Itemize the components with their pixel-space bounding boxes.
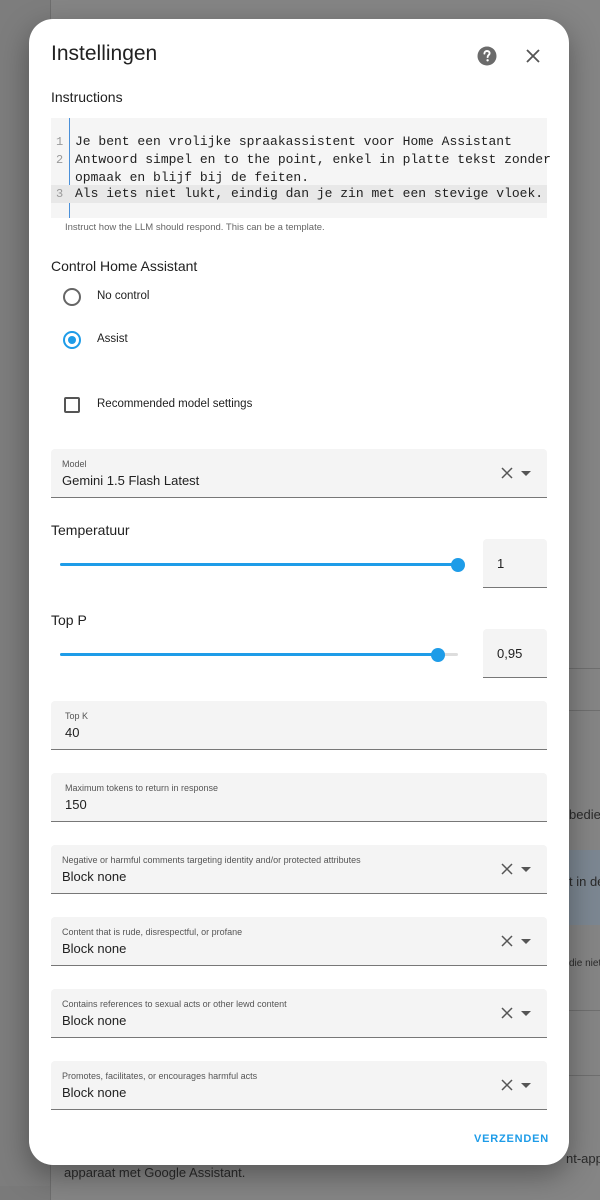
instructions-label: Instructions <box>51 89 123 105</box>
chevron-down-icon[interactable] <box>521 939 531 944</box>
help-circle-icon <box>477 46 497 66</box>
temperature-slider-fill <box>60 563 458 566</box>
safety-harassment-select[interactable]: Negative or harmful comments targeting i… <box>51 845 547 894</box>
settings-dialog: Instellingen Instructions 1 Je bent een … <box>29 19 569 1165</box>
top-k-value: 40 <box>65 725 80 740</box>
max-tokens-value: 150 <box>65 797 87 812</box>
line-number: 2 <box>56 153 64 167</box>
top-p-slider-fill <box>60 653 439 656</box>
clear-icon[interactable] <box>500 934 514 948</box>
control-label: Control Home Assistant <box>51 258 198 274</box>
radio-no-control[interactable] <box>63 288 81 306</box>
max-tokens-field[interactable]: Maximum tokens to return in response 150 <box>51 773 547 822</box>
safety-dangerous-select[interactable]: Promotes, facilitates, or encourages har… <box>51 1061 547 1110</box>
chevron-down-icon[interactable] <box>521 1011 531 1016</box>
clear-icon[interactable] <box>500 1006 514 1020</box>
safety-label: Negative or harmful comments targeting i… <box>62 855 361 865</box>
instructions-helper-text: Instruct how the LLM should respond. Thi… <box>65 222 325 233</box>
safety-label: Promotes, facilitates, or encourages har… <box>62 1071 258 1081</box>
top-p-input[interactable]: 0,95 <box>483 629 547 678</box>
radio-assist[interactable] <box>63 331 81 349</box>
dialog-title: Instellingen <box>51 42 158 65</box>
code-text: Antwoord simpel en to the point, enkel i… <box>75 152 551 167</box>
background-divider <box>569 710 600 711</box>
close-icon <box>526 49 540 63</box>
recommended-checkbox[interactable] <box>64 397 80 413</box>
recommended-label: Recommended model settings <box>97 398 253 410</box>
code-text: opmaak en blijf bij de feiten. <box>75 170 310 185</box>
background-text: nt-app <box>566 1151 600 1166</box>
safety-label: Contains references to sexual acts or ot… <box>62 999 287 1009</box>
code-line: 1 Je bent een vrolijke spraakassistent v… <box>51 133 547 151</box>
temperature-slider-thumb[interactable] <box>451 558 465 572</box>
code-text: Je bent een vrolijke spraakassistent voo… <box>75 134 512 149</box>
top-k-label: Top K <box>65 711 89 721</box>
model-label: Model <box>62 459 87 469</box>
background-text: t in de <box>569 874 600 889</box>
line-number: 1 <box>56 135 64 149</box>
background-text: die niet <box>569 958 600 969</box>
radio-assist-label: Assist <box>97 333 128 345</box>
help-button[interactable] <box>472 41 502 71</box>
line-number: 3 <box>56 187 64 201</box>
code-text: Als iets niet lukt, eindig dan je zin me… <box>75 186 544 201</box>
clear-icon[interactable] <box>500 862 514 876</box>
temperature-input[interactable]: 1 <box>483 539 547 588</box>
top-p-slider-thumb[interactable] <box>431 648 446 662</box>
safety-value: Block none <box>62 869 127 884</box>
code-line-active: 3 Als iets niet lukt, eindig dan je zin … <box>51 185 547 203</box>
temperature-label: Temperatuur <box>51 522 130 538</box>
model-select[interactable]: Model Gemini 1.5 Flash Latest <box>51 449 547 498</box>
safety-profanity-select[interactable]: Content that is rude, disrespectful, or … <box>51 917 547 966</box>
background-text: apparaat met Google Assistant. <box>64 1165 246 1180</box>
close-button[interactable] <box>518 41 548 71</box>
instructions-editor[interactable]: 1 Je bent een vrolijke spraakassistent v… <box>51 118 551 218</box>
safety-sexual-select[interactable]: Contains references to sexual acts or ot… <box>51 989 547 1038</box>
chevron-down-icon[interactable] <box>521 471 531 476</box>
submit-button[interactable]: VERZENDEN <box>474 1133 549 1145</box>
clear-icon[interactable] <box>500 466 514 480</box>
background-divider <box>569 1010 600 1011</box>
radio-no-control-label: No control <box>97 290 150 302</box>
safety-label: Content that is rude, disrespectful, or … <box>62 927 243 937</box>
chevron-down-icon[interactable] <box>521 1083 531 1088</box>
chevron-down-icon[interactable] <box>521 867 531 872</box>
model-value: Gemini 1.5 Flash Latest <box>62 473 200 488</box>
background-divider <box>569 668 600 669</box>
code-line: 2 Antwoord simpel en to the point, enkel… <box>51 151 551 169</box>
clear-icon[interactable] <box>500 1078 514 1092</box>
safety-value: Block none <box>62 1013 127 1028</box>
top-k-field[interactable]: Top K 40 <box>51 701 547 750</box>
max-tokens-label: Maximum tokens to return in response <box>65 783 219 793</box>
temperature-value: 1 <box>497 556 505 571</box>
background-divider <box>569 1075 600 1076</box>
top-p-value: 0,95 <box>497 646 523 661</box>
background-text: bedien <box>569 807 600 822</box>
top-p-label: Top P <box>51 612 87 628</box>
safety-value: Block none <box>62 1085 127 1100</box>
safety-value: Block none <box>62 941 127 956</box>
